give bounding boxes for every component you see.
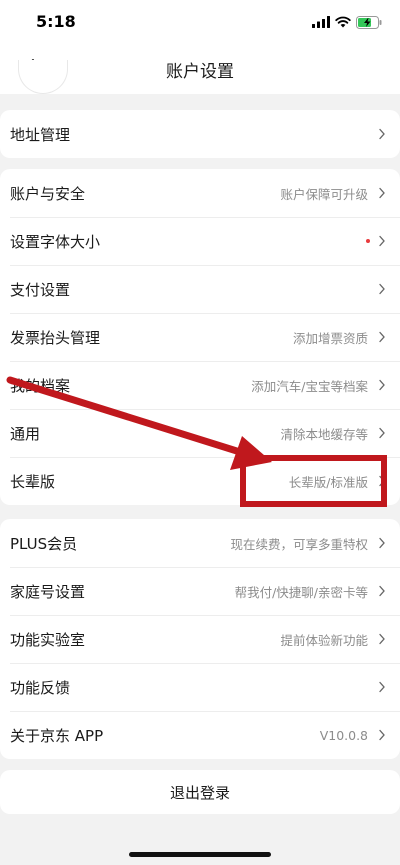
chevron-right-icon [379,379,385,391]
setting-row-my-profile[interactable]: 我的档案 添加汽车/宝宝等档案 [0,361,400,409]
setting-row-label: 设置字体大小 [10,232,101,251]
setting-row-label: 家庭号设置 [10,582,86,601]
setting-row-plus-member[interactable]: PLUS会员 现在续费，可享多重特权 [0,519,400,567]
setting-row-value: 现在续费，可享多重特权 [230,536,368,552]
setting-row-feedback[interactable]: 功能反馈 [0,663,400,711]
settings-group-account: 账户与安全 账户保障可升级 设置字体大小 支付设置 发票抬头管理 添加增票资质 … [0,169,400,505]
setting-row-payment[interactable]: 支付设置 [0,265,400,313]
chevron-right-icon [379,331,385,343]
logout-button[interactable]: 退出登录 [0,770,400,814]
setting-row-label: 关于京东 APP [10,726,104,745]
setting-row-value: 添加增票资质 [292,330,368,346]
setting-row-feature-lab[interactable]: 功能实验室 提前体验新功能 [0,615,400,663]
signal-icon [312,16,330,28]
chevron-right-icon [379,729,385,741]
setting-row-font-size[interactable]: 设置字体大小 [0,217,400,265]
setting-row-address[interactable]: 地址管理 [0,110,400,158]
home-indicator [129,852,271,857]
setting-row-about-app[interactable]: 关于京东 APP V10.0.8 [0,711,400,759]
status-time: 5:18 [36,12,76,31]
chevron-right-icon [379,633,385,645]
chevron-right-icon [379,427,385,439]
chevron-right-icon [379,283,385,295]
setting-row-account-security[interactable]: 账户与安全 账户保障可升级 [0,169,400,217]
setting-row-elder-mode[interactable]: 长辈版 长辈版/标准版 [0,457,400,505]
setting-row-label: 我的档案 [10,376,71,395]
setting-row-label: 功能反馈 [10,678,71,697]
setting-row-value: 提前体验新功能 [280,632,368,648]
setting-row-label: 长辈版 [10,472,56,491]
settings-group-address: 地址管理 [0,110,400,158]
setting-row-label: 通用 [10,424,41,443]
setting-row-value: V10.0.8 [319,727,368,743]
setting-row-label: 功能实验室 [10,630,86,649]
chevron-right-icon [379,187,385,199]
setting-row-label: PLUS会员 [10,534,78,553]
status-bar: 5:18 [0,0,400,44]
setting-row-value: 长辈版/标准版 [288,474,368,490]
setting-row-family-account[interactable]: 家庭号设置 帮我付/快捷聊/亲密卡等 [0,567,400,615]
setting-row-value: 清除本地缓存等 [280,426,368,442]
chevron-right-icon [379,585,385,597]
setting-row-value: 账户保障可升级 [280,186,368,202]
setting-row-label: 账户与安全 [10,184,86,203]
setting-row-label: 支付设置 [10,280,71,299]
setting-row-value: 添加汽车/宝宝等档案 [251,378,368,394]
notification-dot [366,239,370,243]
chevron-right-icon [379,235,385,247]
settings-group-services: PLUS会员 现在续费，可享多重特权 家庭号设置 帮我付/快捷聊/亲密卡等 功能… [0,519,400,759]
wifi-icon [335,16,351,28]
setting-row-invoice-title[interactable]: 发票抬头管理 添加增票资质 [0,313,400,361]
chevron-right-icon [379,537,385,549]
setting-row-value: 帮我付/快捷聊/亲密卡等 [234,584,368,600]
battery-icon [356,15,382,29]
status-icons [312,14,382,30]
chevron-right-icon [379,681,385,693]
setting-row-label: 发票抬头管理 [10,328,101,347]
chevron-right-icon [379,475,385,487]
chevron-right-icon [379,128,385,140]
setting-row-general[interactable]: 通用 清除本地缓存等 [0,409,400,457]
setting-row-label: 地址管理 [10,125,71,144]
